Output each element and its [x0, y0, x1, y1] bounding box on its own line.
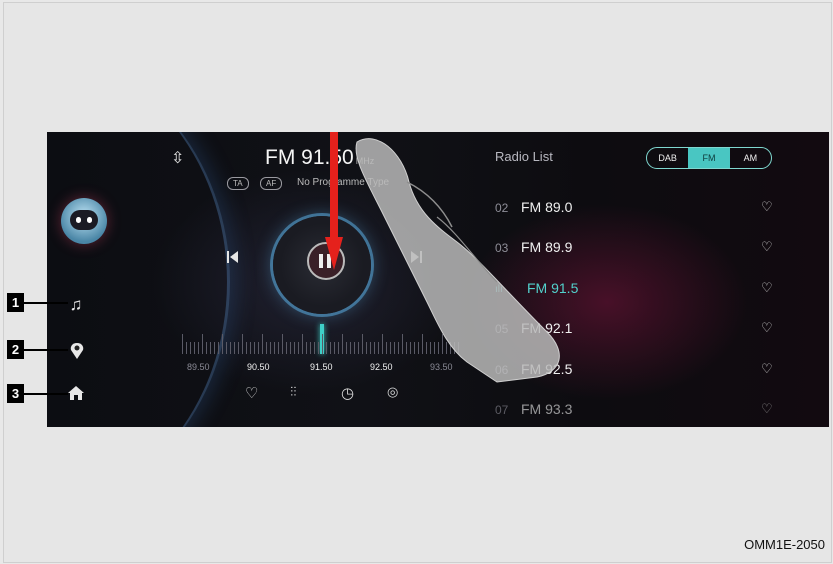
scale-tick [270, 342, 271, 354]
infotainment-screen: ♫ ⇳ FM 91.50MHz TA AF No Programme Type … [47, 132, 829, 427]
scale-tick [190, 342, 191, 354]
equalizer-icon[interactable]: ⫶⫶ [290, 384, 297, 400]
robot-avatar-icon[interactable] [61, 198, 107, 244]
scale-tick [302, 334, 303, 354]
scale-tick [198, 342, 199, 354]
swipe-down-arrow [325, 132, 343, 270]
scale-tick [298, 342, 299, 354]
scale-tick [258, 342, 259, 354]
home-icon[interactable] [66, 385, 86, 405]
scale-tick [286, 342, 287, 354]
callout-leader [24, 302, 68, 304]
scale-tick [322, 334, 323, 354]
scale-tick [306, 342, 307, 354]
scale-label: 90.50 [247, 362, 270, 372]
af-tag[interactable]: AF [260, 177, 283, 190]
previous-icon[interactable] [227, 251, 238, 266]
favorite-icon[interactable]: ♡ [761, 280, 773, 296]
callout-leader [24, 349, 68, 351]
scale-tick [342, 334, 343, 354]
scale-tick [210, 342, 211, 354]
favorite-icon[interactable]: ♡ [761, 199, 773, 215]
band-fm[interactable]: FM [688, 148, 730, 168]
scale-label: 91.50 [310, 362, 333, 372]
screen-curve-decoration [47, 132, 230, 427]
scale-tick [314, 342, 315, 354]
band-dab[interactable]: DAB [647, 148, 688, 168]
scale-tick [226, 342, 227, 354]
scale-tick [318, 342, 319, 354]
scale-tick [242, 334, 243, 354]
scale-tick [330, 342, 331, 354]
scale-tick [278, 342, 279, 354]
scale-tick [334, 342, 335, 354]
scale-tick [214, 342, 215, 354]
figure-code: OMM1E-2050 [744, 537, 825, 552]
scale-tick [282, 334, 283, 354]
band-toggle[interactable]: DAB FM AM [646, 147, 772, 169]
tune-icon[interactable]: ⇳ [171, 148, 184, 168]
scale-tick [218, 342, 219, 354]
callout-2: 2 [7, 340, 24, 359]
ta-tag[interactable]: TA [227, 177, 249, 190]
favorite-icon[interactable]: ♡ [761, 239, 773, 255]
scale-label: 89.50 [187, 362, 210, 372]
scale-tick [230, 342, 231, 354]
scale-tick [186, 342, 187, 354]
scale-tick [182, 334, 183, 354]
music-note-icon[interactable]: ♫ [66, 295, 86, 315]
favorite-icon[interactable]: ♡ [761, 320, 773, 336]
hand-gesture-illustration [355, 138, 560, 383]
scale-tick [326, 342, 327, 354]
scale-tick [310, 342, 311, 354]
callout-leader [24, 393, 68, 395]
scale-tick [290, 342, 291, 354]
heart-icon[interactable]: ♡ [245, 384, 258, 402]
favorite-icon[interactable]: ♡ [761, 401, 773, 417]
scale-tick [234, 342, 235, 354]
callout-3: 3 [7, 384, 24, 403]
scale-tick [294, 342, 295, 354]
scale-tick [262, 334, 263, 354]
scale-tick [222, 334, 223, 354]
favorite-icon[interactable]: ♡ [761, 361, 773, 377]
scale-tick [250, 342, 251, 354]
scale-tick [274, 342, 275, 354]
scale-tick [338, 342, 339, 354]
scale-tick [202, 334, 203, 354]
scale-tick [254, 342, 255, 354]
scale-tick [238, 342, 239, 354]
scale-tick [246, 342, 247, 354]
location-pin-icon[interactable] [67, 342, 87, 362]
band-am[interactable]: AM [730, 148, 771, 168]
callout-1: 1 [7, 293, 24, 312]
scale-tick [194, 342, 195, 354]
scale-tick [266, 342, 267, 354]
scale-tick [206, 342, 207, 354]
